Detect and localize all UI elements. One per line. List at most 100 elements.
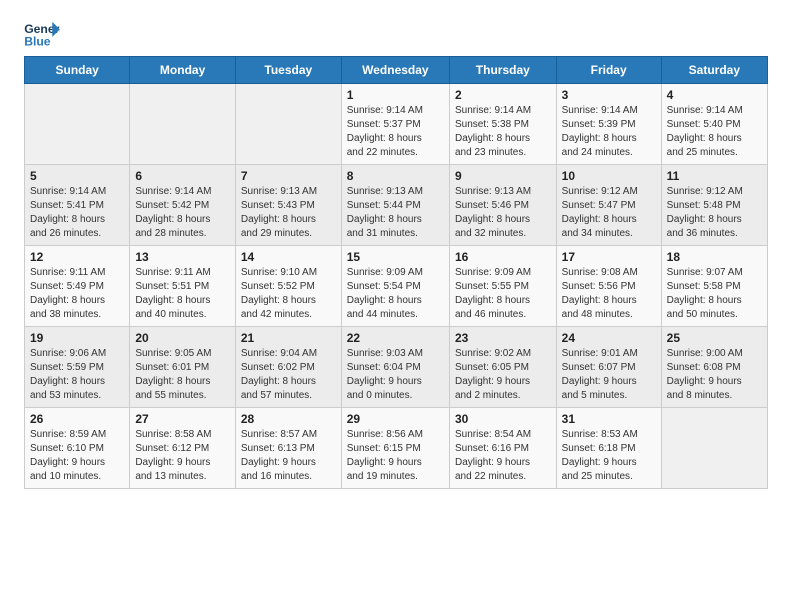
svg-text:Blue: Blue	[24, 34, 51, 48]
day-info: Sunrise: 9:08 AM Sunset: 5:56 PM Dayligh…	[562, 266, 656, 322]
header: General Blue	[24, 20, 768, 50]
calendar-cell: 14 Sunrise: 9:10 AM Sunset: 5:52 PM Dayli…	[235, 246, 341, 327]
day-info: Sunrise: 9:12 AM Sunset: 5:48 PM Dayligh…	[667, 185, 762, 241]
day-number: 6	[135, 169, 230, 183]
day-number: 3	[562, 88, 656, 102]
calendar-week-row: 1 Sunrise: 9:14 AM Sunset: 5:37 PM Daylig…	[25, 84, 768, 165]
calendar-cell: 21 Sunrise: 9:04 AM Sunset: 6:02 PM Dayli…	[235, 327, 341, 408]
calendar-cell: 12 Sunrise: 9:11 AM Sunset: 5:49 PM Dayli…	[25, 246, 130, 327]
calendar-cell: 28Sunrise: 8:57 AM Sunset: 6:13 PM Dayli…	[235, 408, 341, 489]
day-info: Sunrise: 9:04 AM Sunset: 6:02 PM Dayligh…	[241, 347, 336, 403]
weekday-header-cell: Thursday	[449, 57, 556, 84]
day-info: Sunrise: 9:14 AM Sunset: 5:41 PM Dayligh…	[30, 185, 124, 241]
calendar-cell: 25 Sunrise: 9:00 AM Sunset: 6:08 PM Dayli…	[661, 327, 767, 408]
day-number: 12	[30, 250, 124, 264]
calendar-week-row: 12 Sunrise: 9:11 AM Sunset: 5:49 PM Dayli…	[25, 246, 768, 327]
day-number: 29	[347, 412, 444, 426]
day-number: 9	[455, 169, 551, 183]
day-info: Sunrise: 8:53 AM Sunset: 6:18 PM Dayligh…	[562, 428, 656, 484]
calendar-cell: 23 Sunrise: 9:02 AM Sunset: 6:05 PM Dayli…	[449, 327, 556, 408]
calendar-cell: 3 Sunrise: 9:14 AM Sunset: 5:39 PM Daylig…	[556, 84, 661, 165]
day-number: 13	[135, 250, 230, 264]
calendar-cell: 18 Sunrise: 9:07 AM Sunset: 5:58 PM Dayli…	[661, 246, 767, 327]
calendar-cell: 30 Sunrise: 8:54 AM Sunset: 6:16 PM Dayli…	[449, 408, 556, 489]
day-number: 30	[455, 412, 551, 426]
day-number: 28	[241, 412, 336, 426]
day-info: Sunrise: 9:13 AM Sunset: 5:46 PM Dayligh…	[455, 185, 551, 241]
calendar-cell: 9 Sunrise: 9:13 AM Sunset: 5:46 PM Daylig…	[449, 165, 556, 246]
calendar-cell: 31Sunrise: 8:53 AM Sunset: 6:18 PM Dayli…	[556, 408, 661, 489]
day-info: Sunrise: 9:00 AM Sunset: 6:08 PM Dayligh…	[667, 347, 762, 403]
day-number: 14	[241, 250, 336, 264]
day-number: 17	[562, 250, 656, 264]
logo-icon: General Blue	[24, 20, 60, 50]
calendar-cell: 13 Sunrise: 9:11 AM Sunset: 5:51 PM Dayli…	[130, 246, 236, 327]
weekday-header-cell: Tuesday	[235, 57, 341, 84]
day-info: Sunrise: 9:05 AM Sunset: 6:01 PM Dayligh…	[135, 347, 230, 403]
calendar-week-row: 5 Sunrise: 9:14 AM Sunset: 5:41 PM Daylig…	[25, 165, 768, 246]
calendar-cell: 24Sunrise: 9:01 AM Sunset: 6:07 PM Dayli…	[556, 327, 661, 408]
day-number: 8	[347, 169, 444, 183]
day-info: Sunrise: 9:10 AM Sunset: 5:52 PM Dayligh…	[241, 266, 336, 322]
calendar-cell: 10 Sunrise: 9:12 AM Sunset: 5:47 PM Dayli…	[556, 165, 661, 246]
calendar-cell: 8 Sunrise: 9:13 AM Sunset: 5:44 PM Daylig…	[341, 165, 449, 246]
day-number: 4	[667, 88, 762, 102]
day-number: 21	[241, 331, 336, 345]
calendar-cell: 20 Sunrise: 9:05 AM Sunset: 6:01 PM Dayli…	[130, 327, 236, 408]
day-info: Sunrise: 9:09 AM Sunset: 5:55 PM Dayligh…	[455, 266, 551, 322]
day-info: Sunrise: 9:11 AM Sunset: 5:49 PM Dayligh…	[30, 266, 124, 322]
weekday-header-cell: Monday	[130, 57, 236, 84]
day-info: Sunrise: 9:14 AM Sunset: 5:42 PM Dayligh…	[135, 185, 230, 241]
day-info: Sunrise: 9:09 AM Sunset: 5:54 PM Dayligh…	[347, 266, 444, 322]
calendar-cell: 26 Sunrise: 8:59 AM Sunset: 6:10 PM Dayli…	[25, 408, 130, 489]
day-info: Sunrise: 9:14 AM Sunset: 5:37 PM Dayligh…	[347, 104, 444, 160]
day-info: Sunrise: 9:14 AM Sunset: 5:39 PM Dayligh…	[562, 104, 656, 160]
day-number: 23	[455, 331, 551, 345]
weekday-header-cell: Sunday	[25, 57, 130, 84]
day-info: Sunrise: 9:02 AM Sunset: 6:05 PM Dayligh…	[455, 347, 551, 403]
day-info: Sunrise: 8:59 AM Sunset: 6:10 PM Dayligh…	[30, 428, 124, 484]
calendar-cell: 19Sunrise: 9:06 AM Sunset: 5:59 PM Dayli…	[25, 327, 130, 408]
day-number: 27	[135, 412, 230, 426]
calendar-cell	[25, 84, 130, 165]
day-number: 11	[667, 169, 762, 183]
day-info: Sunrise: 9:14 AM Sunset: 5:38 PM Dayligh…	[455, 104, 551, 160]
day-number: 7	[241, 169, 336, 183]
day-number: 1	[347, 88, 444, 102]
day-number: 5	[30, 169, 124, 183]
calendar-cell: 1 Sunrise: 9:14 AM Sunset: 5:37 PM Daylig…	[341, 84, 449, 165]
day-info: Sunrise: 8:54 AM Sunset: 6:16 PM Dayligh…	[455, 428, 551, 484]
calendar-cell	[130, 84, 236, 165]
day-info: Sunrise: 9:11 AM Sunset: 5:51 PM Dayligh…	[135, 266, 230, 322]
day-info: Sunrise: 8:58 AM Sunset: 6:12 PM Dayligh…	[135, 428, 230, 484]
calendar-cell: 4Sunrise: 9:14 AM Sunset: 5:40 PM Daylig…	[661, 84, 767, 165]
day-number: 25	[667, 331, 762, 345]
day-number: 20	[135, 331, 230, 345]
calendar-cell: 2 Sunrise: 9:14 AM Sunset: 5:38 PM Daylig…	[449, 84, 556, 165]
day-info: Sunrise: 9:07 AM Sunset: 5:58 PM Dayligh…	[667, 266, 762, 322]
weekday-header-cell: Saturday	[661, 57, 767, 84]
calendar-cell: 15 Sunrise: 9:09 AM Sunset: 5:54 PM Dayli…	[341, 246, 449, 327]
day-number: 2	[455, 88, 551, 102]
calendar-cell: 29 Sunrise: 8:56 AM Sunset: 6:15 PM Dayli…	[341, 408, 449, 489]
day-number: 15	[347, 250, 444, 264]
calendar-cell: 22Sunrise: 9:03 AM Sunset: 6:04 PM Dayli…	[341, 327, 449, 408]
day-number: 19	[30, 331, 124, 345]
day-info: Sunrise: 9:13 AM Sunset: 5:44 PM Dayligh…	[347, 185, 444, 241]
day-info: Sunrise: 9:12 AM Sunset: 5:47 PM Dayligh…	[562, 185, 656, 241]
calendar-body: 1 Sunrise: 9:14 AM Sunset: 5:37 PM Daylig…	[25, 84, 768, 489]
page: General Blue SundayMondayTuesdayWednesda…	[0, 0, 792, 505]
calendar-cell: 5 Sunrise: 9:14 AM Sunset: 5:41 PM Daylig…	[25, 165, 130, 246]
day-number: 10	[562, 169, 656, 183]
day-number: 18	[667, 250, 762, 264]
calendar-cell: 6 Sunrise: 9:14 AM Sunset: 5:42 PM Daylig…	[130, 165, 236, 246]
day-info: Sunrise: 9:13 AM Sunset: 5:43 PM Dayligh…	[241, 185, 336, 241]
logo: General Blue	[24, 20, 60, 50]
calendar-week-row: 19Sunrise: 9:06 AM Sunset: 5:59 PM Dayli…	[25, 327, 768, 408]
calendar-cell: 16Sunrise: 9:09 AM Sunset: 5:55 PM Dayli…	[449, 246, 556, 327]
weekday-header-cell: Friday	[556, 57, 661, 84]
weekday-header-cell: Wednesday	[341, 57, 449, 84]
day-info: Sunrise: 8:56 AM Sunset: 6:15 PM Dayligh…	[347, 428, 444, 484]
day-number: 26	[30, 412, 124, 426]
calendar-table: SundayMondayTuesdayWednesdayThursdayFrid…	[24, 56, 768, 489]
